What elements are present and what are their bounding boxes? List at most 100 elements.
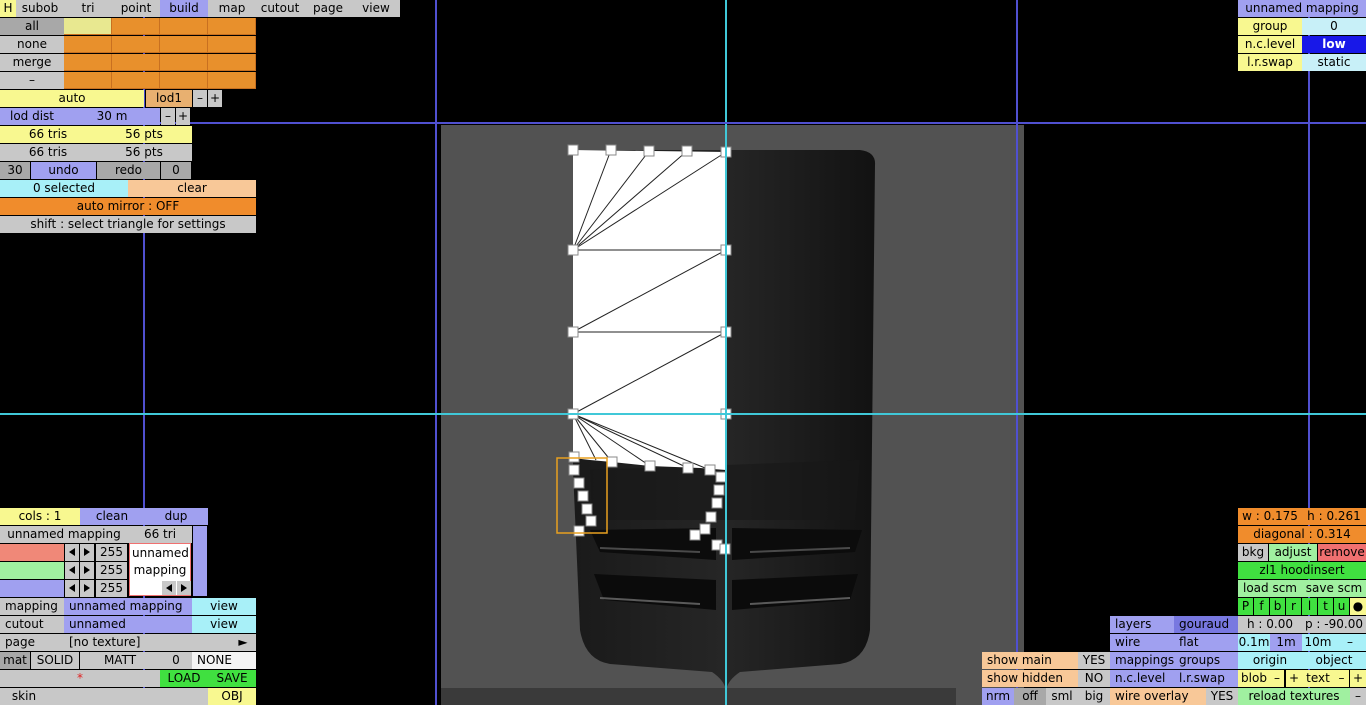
lod-dist-minus[interactable]: – [161,108,175,125]
origin-button[interactable]: origin [1238,652,1302,669]
scale-minus[interactable]: – [1334,634,1366,651]
scale-1m[interactable]: 1m [1270,634,1302,651]
cutout-view-button[interactable]: view [192,616,256,633]
toggle-u[interactable]: u [1334,598,1349,615]
cutout-row-value[interactable]: unnamed [64,616,192,633]
green-increment[interactable] [80,562,94,579]
wire-button[interactable]: wire [1110,634,1174,651]
skin-field[interactable] [48,688,208,705]
green-slider[interactable] [0,562,64,579]
groups-button[interactable]: groups [1174,652,1238,669]
nc-level-button[interactable]: n.c.level [1110,670,1174,687]
clean-button[interactable]: clean [80,508,144,525]
menu-tri[interactable]: tri [64,0,112,17]
merge-button[interactable]: merge [0,54,64,71]
blob-plus[interactable]: + [1286,670,1302,687]
mat-matt[interactable]: MATT [80,652,160,669]
menu-cutout[interactable]: cutout [256,0,304,17]
dash-button[interactable]: – [0,72,64,89]
menu-subob[interactable]: subob [16,0,64,17]
text-button[interactable]: text [1302,670,1334,687]
wire-overlay-value[interactable]: YES [1206,688,1238,705]
show-hidden-label[interactable]: show hidden [982,670,1078,687]
select-all-button[interactable]: all [0,18,64,35]
scale-10m[interactable]: 10m [1302,634,1334,651]
select-none-button[interactable]: none [0,36,64,53]
scale-0.1m[interactable]: 0.1m [1238,634,1270,651]
page-next-button[interactable]: ► [230,634,256,651]
toggle-l[interactable]: l [1302,598,1317,615]
lod-dist-value[interactable]: 30 m [64,108,160,125]
toggle-p[interactable]: P [1238,598,1253,615]
blue-slider[interactable] [0,580,64,597]
reload-textures-button[interactable]: reload textures [1238,688,1350,705]
auto-mirror-toggle[interactable]: auto mirror : OFF [0,198,256,215]
text-plus[interactable]: + [1350,670,1366,687]
preview-next[interactable] [177,581,191,595]
remove-button[interactable]: remove [1318,544,1366,561]
normals-label[interactable]: nrm [982,688,1014,705]
red-increment[interactable] [80,544,94,561]
save-button[interactable]: SAVE [208,670,256,687]
lod-plus-button[interactable]: + [208,90,222,107]
lod-dist-plus[interactable]: + [176,108,190,125]
color-grid[interactable] [64,18,256,90]
toggle-r[interactable]: r [1286,598,1301,615]
load-scm-button[interactable]: load scm [1238,580,1302,597]
lod-auto-button[interactable]: auto [0,90,144,107]
text-minus[interactable]: – [1334,670,1349,687]
menu-page[interactable]: page [304,0,352,17]
mat-solid[interactable]: SOLID [31,652,79,669]
red-slider[interactable] [0,544,64,561]
mappings-button[interactable]: mappings [1110,652,1174,669]
mat-none[interactable]: NONE [192,652,256,669]
normals-big[interactable]: big [1078,688,1110,705]
toggle-b[interactable]: b [1270,598,1285,615]
clear-button[interactable]: clear [128,180,256,197]
wire-overlay-label[interactable]: wire overlay [1110,688,1206,705]
object-button[interactable]: object [1302,652,1366,669]
lod-level[interactable]: lod1 [146,90,192,107]
mapping-row-value[interactable]: unnamed mapping [64,598,192,615]
menu-map[interactable]: map [208,0,256,17]
undo-button[interactable]: undo [31,162,96,179]
mapping-name-top[interactable]: unnamed mapping [1238,0,1366,17]
dup-button[interactable]: dup [144,508,208,525]
obj-button[interactable]: OBJ [208,688,256,705]
load-button[interactable]: LOAD [160,670,208,687]
adjust-button[interactable]: adjust [1269,544,1317,561]
cols-label[interactable]: cols : 1 [0,508,80,525]
reload-dash[interactable]: – [1350,688,1366,705]
flat-button[interactable]: flat [1174,634,1238,651]
red-decrement[interactable] [65,544,79,561]
page-row-value[interactable]: [no texture] [64,634,230,651]
green-decrement[interactable] [65,562,79,579]
mapping-view-button[interactable]: view [192,598,256,615]
blob-minus[interactable]: – [1270,670,1284,687]
blue-decrement[interactable] [65,580,79,597]
lr-swap-button[interactable]: l.r.swap [1174,670,1238,687]
show-main-value[interactable]: YES [1078,652,1110,669]
show-main-label[interactable]: show main [982,652,1078,669]
lr-swap-value[interactable]: static [1302,54,1366,71]
blob-button[interactable]: blob [1238,670,1270,687]
menu-view[interactable]: view [352,0,400,17]
toggle-t[interactable]: t [1318,598,1333,615]
scrollbar[interactable] [193,526,207,596]
lod-minus-button[interactable]: – [193,90,207,107]
toggle-dot[interactable]: ● [1350,598,1366,615]
layers-button[interactable]: layers [1110,616,1174,633]
show-hidden-value[interactable]: NO [1078,670,1110,687]
toggle-f[interactable]: f [1254,598,1269,615]
group-value[interactable]: 0 [1302,18,1366,35]
normals-off[interactable]: off [1014,688,1046,705]
blue-increment[interactable] [80,580,94,597]
preview-prev[interactable] [162,581,176,595]
redo-button[interactable]: redo [97,162,160,179]
nc-level-value[interactable]: low [1302,36,1366,53]
bkg-button[interactable]: bkg [1238,544,1268,561]
menu-point[interactable]: point [112,0,160,17]
normals-small[interactable]: sml [1046,688,1078,705]
gouraud-button[interactable]: gouraud [1174,616,1238,633]
menu-h-button[interactable]: H [0,0,16,17]
